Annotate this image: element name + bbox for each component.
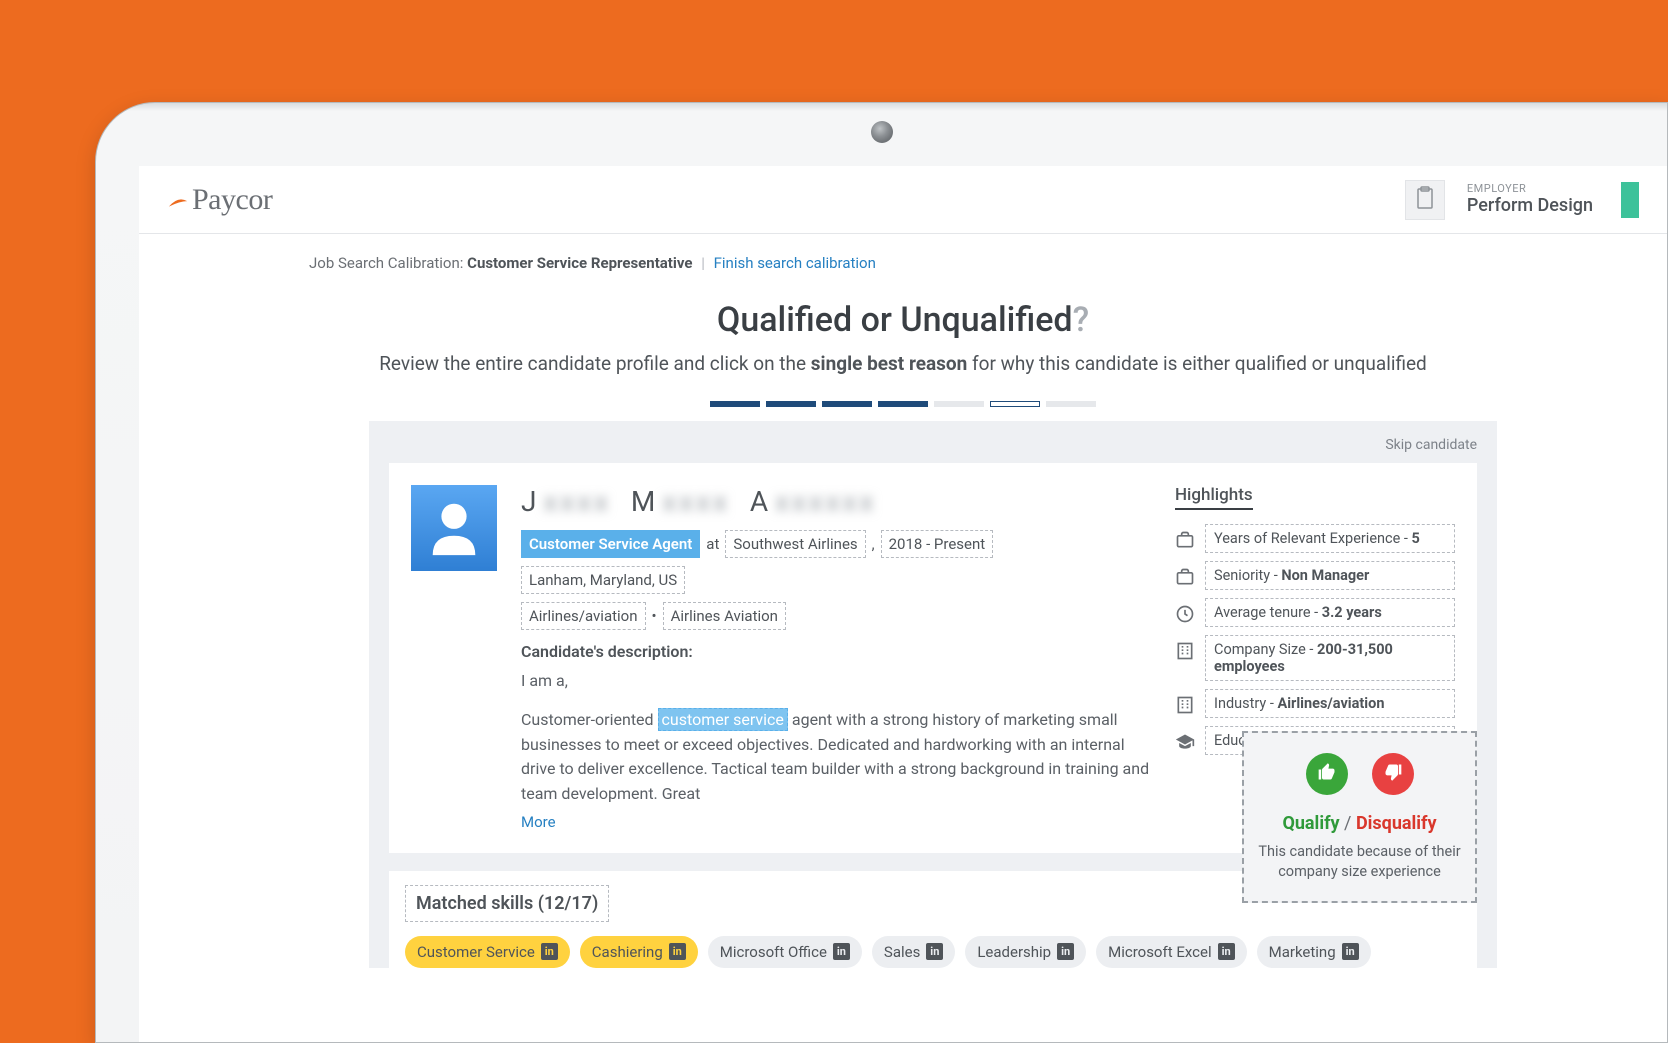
decision-panel: Qualify / Disqualify This candidate beca… xyxy=(1242,731,1477,903)
highlight-selectable[interactable]: Company Size - 200-31,500 employees xyxy=(1205,635,1455,681)
candidate-location-selectable[interactable]: Lanham, Maryland, US xyxy=(521,566,685,594)
breadcrumb-prefix: Job Search Calibration: xyxy=(309,254,463,272)
skill-chip[interactable]: Cashieringin xyxy=(580,936,698,968)
description-label: Candidate's description: xyxy=(521,642,1151,661)
page-title: Qualified or Unqualified? xyxy=(139,300,1667,340)
building-icon xyxy=(1175,695,1195,715)
skip-candidate-link[interactable]: Skip candidate xyxy=(389,437,1477,453)
progress-bar xyxy=(139,401,1667,407)
description-highlight-selectable[interactable]: customer service xyxy=(658,708,788,731)
progress-segment xyxy=(990,401,1040,407)
skill-chip[interactable]: Microsoft Excelin xyxy=(1096,936,1247,968)
person-icon xyxy=(423,495,485,561)
clock-icon xyxy=(1175,604,1195,624)
skill-chip[interactable]: Customer Servicein xyxy=(405,936,570,968)
progress-segment xyxy=(934,401,984,407)
skills-title-selectable[interactable]: Matched skills (12/17) xyxy=(405,885,609,922)
skill-chip[interactable]: Salesin xyxy=(872,936,955,968)
skill-chip[interactable]: Microsoft Officein xyxy=(708,936,862,968)
top-bar: Paycor EMPLOYER Perform Design xyxy=(139,166,1667,234)
decision-description: This candidate because of their company … xyxy=(1258,842,1461,883)
progress-segment xyxy=(710,401,760,407)
clipboard-button[interactable] xyxy=(1405,180,1445,220)
breadcrumb: Job Search Calibration: Customer Service… xyxy=(139,254,1667,272)
decision-label: Qualify / Disqualify xyxy=(1258,813,1461,834)
linkedin-icon: in xyxy=(833,943,850,960)
candidate-profile: Jxxxx Mxxxx Axxxxxx Customer Service Age… xyxy=(521,485,1151,835)
highlight-row: Years of Relevant Experience - 5 xyxy=(1175,524,1455,553)
tablet-frame: Paycor EMPLOYER Perform Design xyxy=(95,102,1668,1043)
qualify-button[interactable] xyxy=(1306,753,1348,795)
highlight-selectable[interactable]: Seniority - Non Manager xyxy=(1205,561,1455,590)
gradcap-icon xyxy=(1175,732,1195,752)
linkedin-icon: in xyxy=(1218,943,1235,960)
progress-segment xyxy=(1046,401,1096,407)
content-area: Job Search Calibration: Customer Service… xyxy=(139,234,1667,968)
building-icon xyxy=(1175,641,1195,661)
candidate-name: Jxxxx Mxxxx Axxxxxx xyxy=(521,485,1151,518)
more-link[interactable]: More xyxy=(521,811,556,834)
highlight-selectable[interactable]: Years of Relevant Experience - 5 xyxy=(1205,524,1455,553)
highlight-row: Industry - Airlines/aviation xyxy=(1175,689,1455,718)
linkedin-icon: in xyxy=(541,943,558,960)
candidate-role-selectable[interactable]: Customer Service Agent xyxy=(521,530,700,558)
logo-swoosh-icon xyxy=(167,188,189,210)
finish-calibration-link[interactable]: Finish search calibration xyxy=(714,254,876,272)
highlights-title: Highlights xyxy=(1175,485,1253,510)
linkedin-icon: in xyxy=(669,943,686,960)
linkedin-icon: in xyxy=(1342,943,1359,960)
briefcase-icon xyxy=(1175,530,1195,550)
candidate-company-selectable[interactable]: Southwest Airlines xyxy=(725,530,865,558)
page-subtitle: Review the entire candidate profile and … xyxy=(139,352,1667,375)
highlight-row: Average tenure - 3.2 years xyxy=(1175,598,1455,627)
calibration-panel: Skip candidate Jxxxx Mxxxx Axxxxxx xyxy=(369,421,1497,968)
logo-text: Paycor xyxy=(192,183,272,217)
progress-segment xyxy=(822,401,872,407)
skill-chip[interactable]: Leadershipin xyxy=(965,936,1086,968)
linkedin-icon: in xyxy=(926,943,943,960)
thumb-up-icon xyxy=(1317,762,1337,786)
tablet-camera xyxy=(871,121,893,143)
highlight-row: Company Size - 200-31,500 employees xyxy=(1175,635,1455,681)
header-action-button[interactable] xyxy=(1621,182,1639,218)
disqualify-button[interactable] xyxy=(1372,753,1414,795)
breadcrumb-job: Customer Service Representative xyxy=(467,254,692,272)
employer-label: EMPLOYER xyxy=(1467,182,1593,195)
candidate-industry1-selectable[interactable]: Airlines/aviation xyxy=(521,602,646,630)
breadcrumb-separator: | xyxy=(701,254,705,272)
employer-block[interactable]: EMPLOYER Perform Design xyxy=(1467,182,1593,217)
candidate-dates-selectable[interactable]: 2018 - Present xyxy=(881,530,994,558)
employer-name: Perform Design xyxy=(1467,195,1593,217)
highlight-row: Seniority - Non Manager xyxy=(1175,561,1455,590)
clipboard-icon xyxy=(1415,186,1435,214)
highlight-selectable[interactable]: Average tenure - 3.2 years xyxy=(1205,598,1455,627)
thumb-down-icon xyxy=(1383,762,1403,786)
logo[interactable]: Paycor xyxy=(167,183,272,217)
briefcase-icon xyxy=(1175,567,1195,587)
app-screen: Paycor EMPLOYER Perform Design xyxy=(139,166,1667,1042)
candidate-industry2-selectable[interactable]: Airlines Aviation xyxy=(663,602,786,630)
avatar xyxy=(411,485,497,571)
highlight-selectable[interactable]: Industry - Airlines/aviation xyxy=(1205,689,1455,718)
progress-segment xyxy=(766,401,816,407)
linkedin-icon: in xyxy=(1057,943,1074,960)
progress-segment xyxy=(878,401,928,407)
skill-chip[interactable]: Marketingin xyxy=(1257,936,1371,968)
description-body: I am a, Customer-oriented customer servi… xyxy=(521,669,1151,835)
